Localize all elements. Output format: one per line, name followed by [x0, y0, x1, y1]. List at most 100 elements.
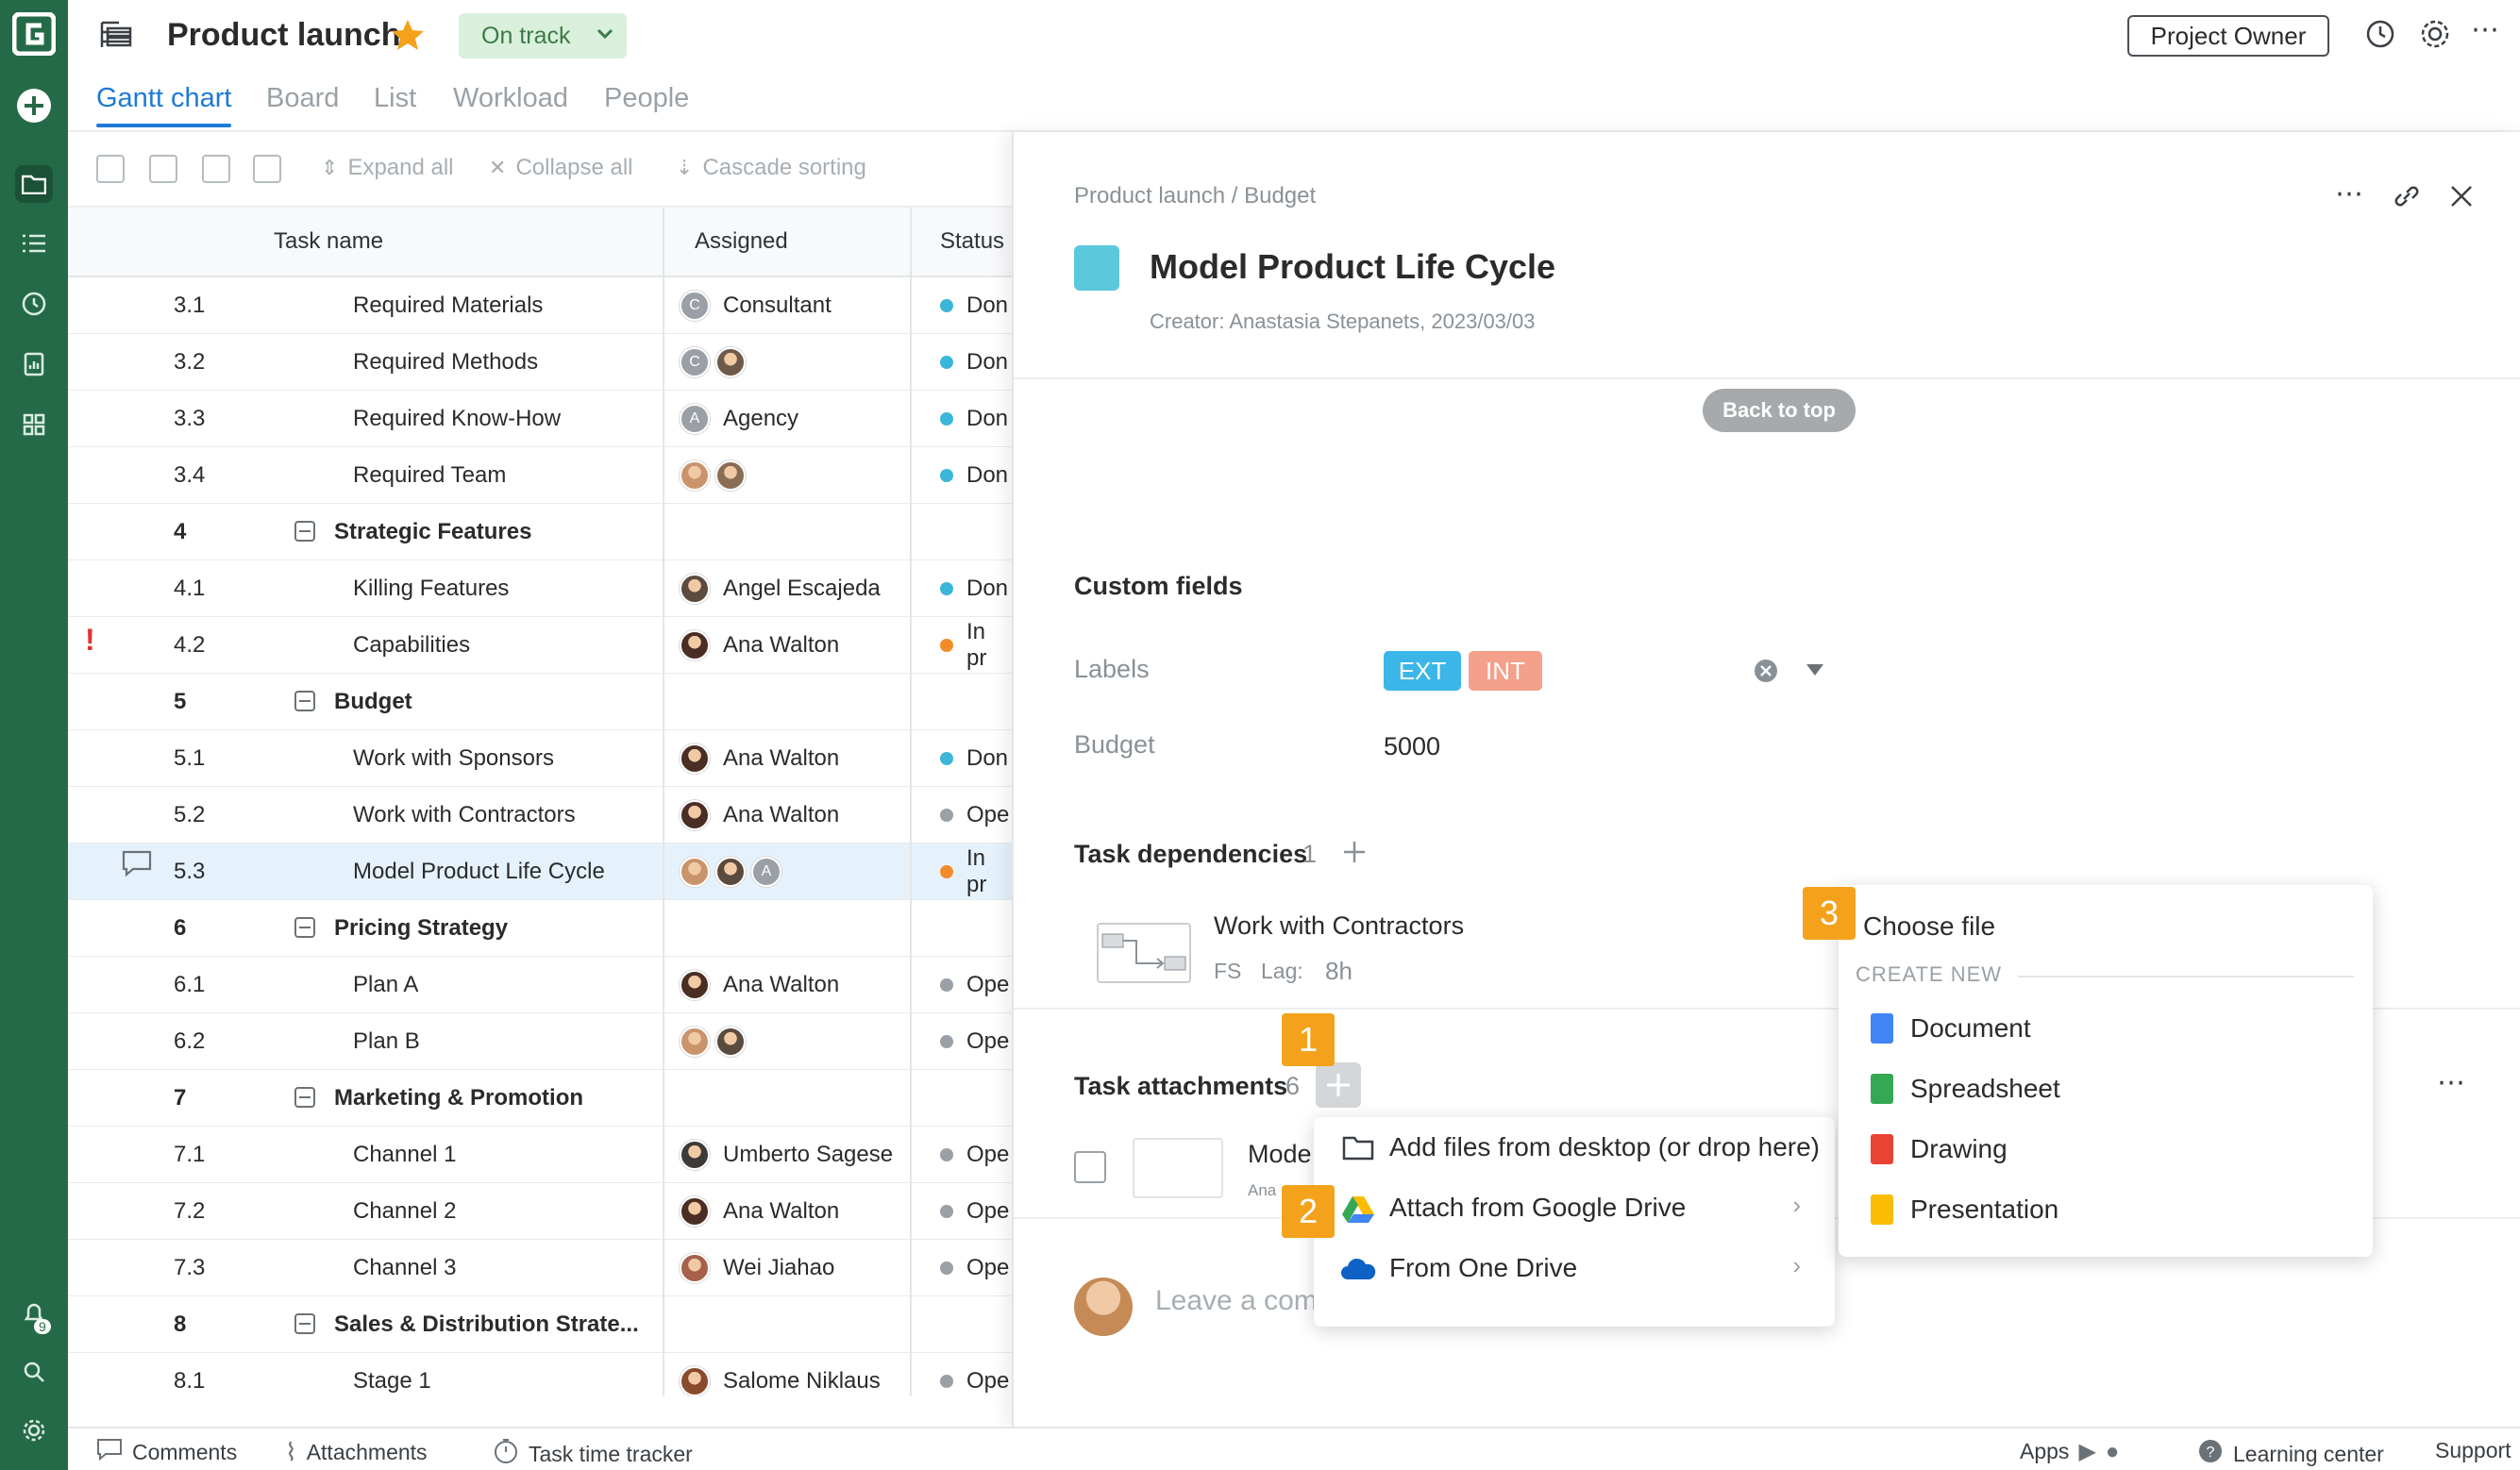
- collapse-group-icon[interactable]: [294, 691, 315, 711]
- label-tag-int[interactable]: INT: [1469, 651, 1542, 691]
- favorite-star-icon[interactable]: [389, 17, 427, 59]
- assignee-cell[interactable]: Wei Jiahao: [680, 1240, 834, 1296]
- status-cell[interactable]: In pr: [940, 844, 1012, 900]
- task-color-swatch[interactable]: [1074, 245, 1119, 291]
- footer-attachments-button[interactable]: ⌇ Attachments: [285, 1438, 428, 1467]
- menu-item-add-from-desktop[interactable]: Add files from desktop (or drop here): [1314, 1117, 1835, 1178]
- collapse-group-icon[interactable]: [294, 917, 315, 938]
- task-name[interactable]: Stage 1: [353, 1368, 431, 1395]
- tab-people[interactable]: People: [604, 83, 689, 114]
- table-row[interactable]: 5.1 Work with Sponsors Ana Walton Don: [68, 730, 1012, 787]
- assignee-cell[interactable]: Ana Walton: [680, 1183, 839, 1240]
- menu-item-google-drive[interactable]: Attach from Google Drive ›: [1314, 1178, 1835, 1238]
- add-icon[interactable]: [15, 87, 53, 125]
- table-row[interactable]: 6.2 Plan B Ope: [68, 1013, 1012, 1070]
- table-row[interactable]: 6.1 Plan A Ana Walton Ope: [68, 957, 1012, 1013]
- assignee-cell[interactable]: [680, 1013, 746, 1070]
- assignee-cell[interactable]: C: [680, 334, 746, 391]
- expand-all-button[interactable]: ⇕ Expand all: [321, 155, 454, 181]
- table-row[interactable]: 3.1 Required Materials C Consultant Don: [68, 277, 1012, 334]
- status-cell[interactable]: Don: [940, 391, 1008, 447]
- gear-icon[interactable]: [2418, 17, 2452, 56]
- status-cell[interactable]: Ope: [940, 1240, 1009, 1296]
- task-name[interactable]: Required Team: [353, 462, 506, 489]
- assignee-cell[interactable]: Salome Niklaus: [680, 1353, 881, 1396]
- group-row[interactable]: 4 Strategic Features: [68, 504, 1012, 560]
- hierarchy-icon[interactable]: [202, 155, 230, 183]
- apps-grid-icon[interactable]: [15, 406, 53, 443]
- table-row[interactable]: 7.1 Channel 1 Umberto Sagese Ope: [68, 1127, 1012, 1183]
- table-row[interactable]: 4.2 Capabilities Ana Walton In pr: [68, 617, 1012, 674]
- tab-gantt-chart[interactable]: Gantt chart: [96, 83, 232, 127]
- task-name[interactable]: Required Materials: [353, 292, 543, 319]
- task-name[interactable]: Work with Sponsors: [353, 745, 554, 772]
- group-row[interactable]: 7 Marketing & Promotion: [68, 1070, 1012, 1127]
- task-name[interactable]: Pricing Strategy: [334, 915, 508, 942]
- comment-input[interactable]: Leave a com: [1155, 1285, 1318, 1317]
- table-row[interactable]: 7.3 Channel 3 Wei Jiahao Ope: [68, 1240, 1012, 1296]
- collapse-group-icon[interactable]: [294, 1087, 315, 1108]
- status-cell[interactable]: Don: [940, 334, 1008, 391]
- labels-dropdown-chevron-icon[interactable]: [1805, 662, 1825, 682]
- table-row[interactable]: 3.4 Required Team Don: [68, 447, 1012, 504]
- more-options-icon[interactable]: ⋯: [2335, 177, 2363, 210]
- history-icon[interactable]: [2363, 17, 2397, 56]
- table-row[interactable]: 5.2 Work with Contractors Ana Walton Ope: [68, 787, 1012, 844]
- task-breadcrumb[interactable]: Product launch / Budget: [1074, 183, 1316, 209]
- dependency-lag-value[interactable]: 8h: [1325, 957, 1352, 986]
- copy-link-icon[interactable]: [2392, 181, 2422, 216]
- notifications-bell-icon[interactable]: 9: [15, 1295, 53, 1334]
- task-schedule-icon[interactable]: [149, 155, 177, 183]
- assignee-cell[interactable]: Angel Escajeda: [680, 560, 881, 617]
- projects-folder-icon[interactable]: [15, 165, 53, 203]
- table-row[interactable]: 7.2 Channel 2 Ana Walton Ope: [68, 1183, 1012, 1240]
- task-name[interactable]: Sales & Distribution Strate...: [334, 1311, 639, 1338]
- tab-board[interactable]: Board: [266, 83, 339, 114]
- attachment-name[interactable]: Mode: [1248, 1140, 1312, 1169]
- group-row[interactable]: 5 Budget: [68, 674, 1012, 730]
- group-row[interactable]: 8 Sales & Distribution Strate...: [68, 1296, 1012, 1353]
- status-cell[interactable]: Ope: [940, 1353, 1009, 1396]
- status-cell[interactable]: Don: [940, 447, 1008, 504]
- create-drawing-item[interactable]: Drawing: [1839, 1119, 2373, 1179]
- budget-field-value[interactable]: 5000: [1384, 732, 1440, 761]
- task-name[interactable]: Work with Contractors: [353, 802, 576, 828]
- task-name[interactable]: Killing Features: [353, 576, 509, 602]
- task-name[interactable]: Plan B: [353, 1028, 420, 1055]
- task-name[interactable]: Strategic Features: [334, 519, 531, 545]
- table-row[interactable]: 5.3 Model Product Life Cycle A In pr: [68, 844, 1012, 900]
- choose-file-item[interactable]: Choose file: [1863, 911, 1995, 942]
- assignee-cell[interactable]: Ana Walton: [680, 787, 839, 844]
- label-tag-ext[interactable]: EXT: [1384, 651, 1461, 691]
- footer-support-button[interactable]: Support: [2435, 1438, 2512, 1463]
- create-spreadsheet-item[interactable]: Spreadsheet: [1839, 1059, 2373, 1119]
- table-row[interactable]: 4.1 Killing Features Angel Escajeda Don: [68, 560, 1012, 617]
- task-title[interactable]: Model Product Life Cycle: [1150, 247, 1555, 287]
- attachment-checkbox[interactable]: [1074, 1151, 1106, 1183]
- footer-learning-center-button[interactable]: ? Learning center: [2197, 1438, 2384, 1470]
- project-status-dropdown[interactable]: On track: [459, 13, 627, 58]
- indent-icon[interactable]: [253, 155, 281, 183]
- footer-comments-button[interactable]: Comments: [96, 1438, 237, 1466]
- task-name[interactable]: Required Methods: [353, 349, 538, 376]
- more-options-icon[interactable]: ⋯: [2471, 13, 2501, 46]
- cascade-sorting-button[interactable]: ⇣ Cascade sorting: [676, 155, 866, 181]
- collapse-group-icon[interactable]: [294, 521, 315, 542]
- collapse-group-icon[interactable]: [294, 1313, 315, 1334]
- project-owner-button[interactable]: Project Owner: [2127, 15, 2329, 57]
- task-name[interactable]: Capabilities: [353, 632, 470, 659]
- status-cell[interactable]: Ope: [940, 957, 1009, 1013]
- settings-gear-icon[interactable]: [15, 1412, 53, 1449]
- status-cell[interactable]: Don: [940, 277, 1008, 334]
- group-row[interactable]: 6 Pricing Strategy: [68, 900, 1012, 957]
- attachment-thumbnail[interactable]: [1133, 1138, 1223, 1198]
- status-cell[interactable]: Ope: [940, 787, 1009, 844]
- assignee-cell[interactable]: [680, 447, 746, 504]
- clear-labels-icon[interactable]: [1754, 659, 1778, 688]
- tab-list[interactable]: List: [374, 83, 416, 114]
- add-dependency-icon[interactable]: [1340, 838, 1369, 871]
- task-name[interactable]: Model Product Life Cycle: [353, 859, 605, 885]
- task-name[interactable]: Required Know-How: [353, 406, 561, 432]
- project-tree-icon[interactable]: [98, 17, 136, 59]
- create-document-item[interactable]: Document: [1839, 998, 2373, 1059]
